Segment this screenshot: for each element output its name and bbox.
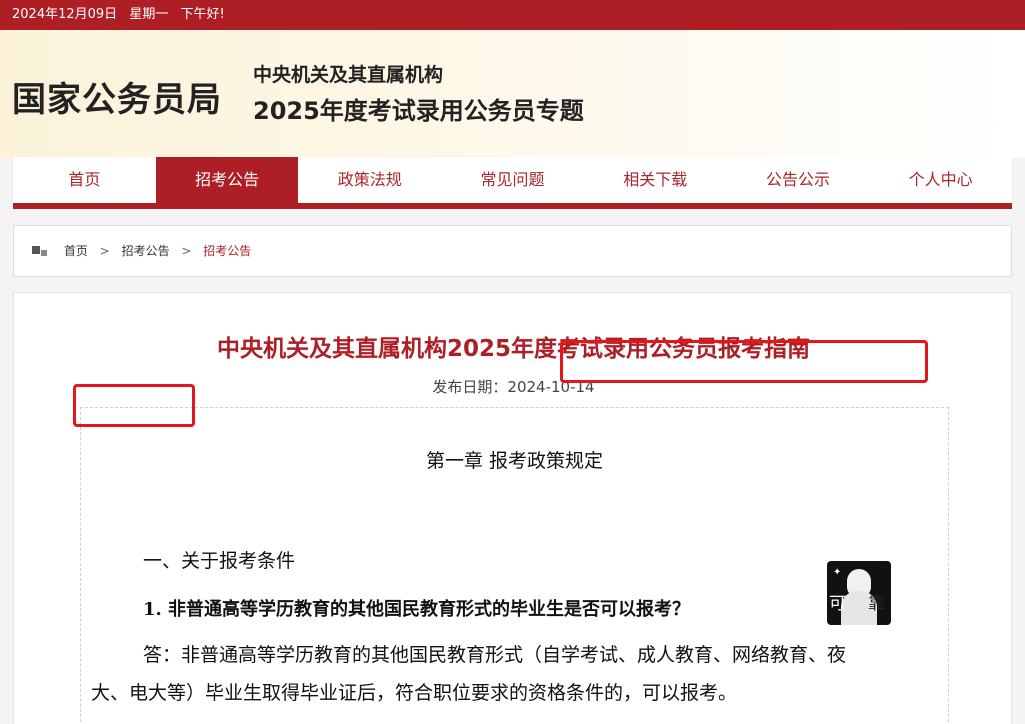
- breadcrumb: 首页 > 招考公告 > 招考公告: [13, 225, 1012, 277]
- main-nav: 首页 招考公告 政策法规 常见问题 相关下载 公告公示 个人中心: [13, 157, 1012, 203]
- chapter-heading: 第一章 报考政策规定: [425, 450, 604, 472]
- greeting-text: 下午好!: [180, 7, 225, 22]
- breadcrumb-separator: >: [99, 244, 110, 258]
- highlight-box-education-forms: [560, 340, 928, 383]
- breadcrumb-section[interactable]: 招考公告: [122, 244, 170, 258]
- article-body: 第一章 报考政策规定 一、关于报考条件 1. 非普通高等学历教育的其他国民教育形…: [80, 407, 949, 724]
- sticker-image: ✦ 可 靠: [827, 561, 891, 625]
- nav-faq[interactable]: 常见问题: [441, 157, 584, 203]
- site-logo-text[interactable]: 国家公务员局: [12, 72, 222, 121]
- header-subtitle: 中央机关及其直属机构: [253, 64, 444, 86]
- question-text: 1. 非普通高等学历教育的其他国民教育形式的毕业生是否可以报考？: [143, 599, 691, 620]
- header-topic-title: 2025年度考试录用公务员专题: [253, 97, 584, 125]
- nav-downloads[interactable]: 相关下载: [584, 157, 727, 203]
- breadcrumb-current[interactable]: 招考公告: [203, 244, 251, 258]
- answer-line-2: 大、电大等）毕业生取得毕业证后，符合职位要求的资格条件的，可以报考。: [91, 682, 738, 704]
- highlight-box-education-forms-cont: [73, 384, 195, 427]
- breadcrumb-separator: >: [181, 244, 192, 258]
- sticker-text-left: 可: [829, 594, 846, 614]
- top-date-bar: 2024年12月09日 星期一 下午好!: [0, 0, 1025, 30]
- nav-notices[interactable]: 公告公示: [727, 157, 870, 203]
- sparkle-icon: ✦: [833, 567, 842, 578]
- nav-policies[interactable]: 政策法规: [298, 157, 441, 203]
- section-heading: 一、关于报考条件: [143, 550, 296, 572]
- answer-text: 答：非普通高等学历教育的其他国民教育形式（自学考试、成人教育、网络教育、夜 大、…: [91, 636, 943, 712]
- current-date: 2024年12月09日: [12, 7, 118, 22]
- answer-line-1: 答：非普通高等学历教育的其他国民教育形式（自学考试、成人教育、网络教育、夜: [143, 644, 847, 666]
- header-banner: 国家公务员局 中央机关及其直属机构 2025年度考试录用公务员专题: [0, 30, 1025, 158]
- location-icon: [32, 245, 48, 258]
- sticker-text-right: 靠: [868, 594, 885, 614]
- nav-personal-center[interactable]: 个人中心: [869, 157, 1012, 203]
- nav-underline: [13, 203, 1012, 209]
- nav-announcements[interactable]: 招考公告: [155, 157, 299, 203]
- current-weekday: 星期一: [129, 7, 169, 22]
- nav-home[interactable]: 首页: [13, 157, 156, 203]
- breadcrumb-home[interactable]: 首页: [64, 244, 88, 258]
